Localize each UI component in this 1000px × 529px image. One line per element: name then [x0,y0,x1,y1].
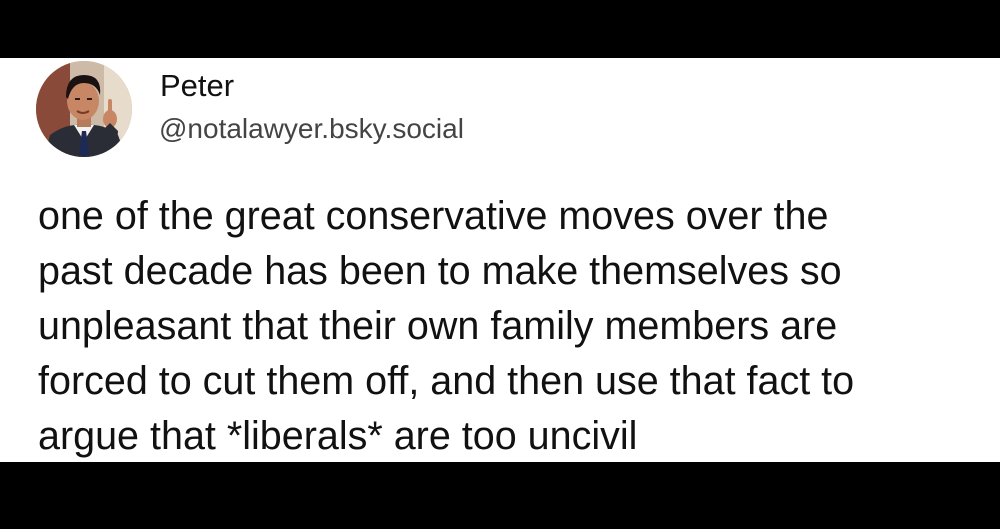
post-text-line: argue that *liberals* are too uncivil [38,414,638,458]
post-text: one of the great conservative moves over… [38,189,978,464]
post-text-line: past decade has been to make themselves … [38,249,842,293]
post-text-line: one of the great conservative moves over… [38,194,829,238]
post-text-line: unpleasant that their own family members… [38,304,838,348]
profile-photo-icon [36,61,132,157]
author-handle[interactable]: @notalawyer.bsky.social [159,111,464,147]
post-text-line: forced to cut them off, and then use tha… [38,359,855,403]
bottom-black-bar [0,462,1000,529]
top-black-bar [0,0,1000,58]
post-card: Peter @notalawyer.bsky.social one of the… [0,58,1000,462]
author-display-name[interactable]: Peter [160,66,234,106]
avatar[interactable] [36,61,132,157]
